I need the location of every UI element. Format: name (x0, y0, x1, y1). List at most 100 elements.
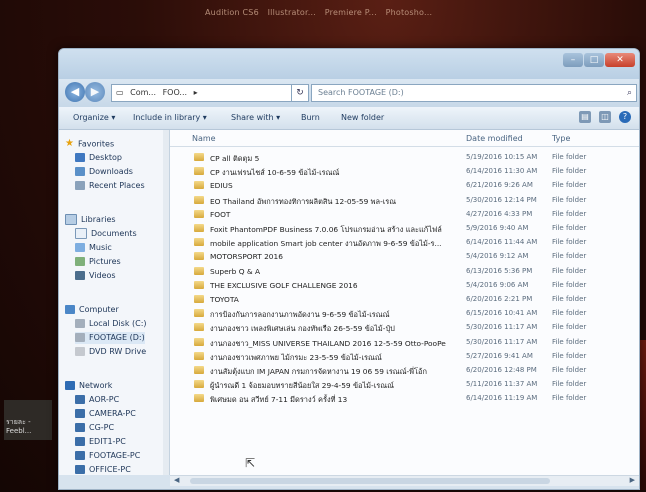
videos-icon (75, 271, 85, 280)
nav-libraries[interactable]: Libraries (65, 214, 116, 226)
file-row[interactable]: MOTORSPORT 2016 5/4/2016 9:12 AM File fold… (170, 251, 639, 264)
scroll-right-icon[interactable]: ▶ (630, 476, 635, 484)
search-icon[interactable]: ⌕ (627, 85, 632, 101)
nav-recent-places[interactable]: Recent Places (75, 180, 145, 192)
file-date: 4/27/2016 4:33 PM (466, 209, 533, 218)
file-row[interactable]: งานกองชาวเพศภาพย ไม้กรมะ 23-5-59 ข้อไม้-… (170, 351, 639, 364)
nav-network-pc[interactable]: OFFICE-PC (75, 464, 131, 475)
desktop-shortcut[interactable]: รายละ - Feebl... (4, 400, 52, 440)
file-row[interactable]: CP all ติดตุม 5 5/19/2016 10:15 AM File fo… (170, 152, 639, 165)
breadcrumb-item[interactable]: Com... (130, 88, 156, 97)
file-row[interactable]: THE EXCLUSIVE GOLF CHALLENGE 2016 5/4/201… (170, 280, 639, 293)
file-name: CP งานเฟรนไชส์ 10-6-59 ข้อไม้-เรณณ์ (210, 168, 340, 178)
file-name: งานกองชาวเพศภาพย ไม้กรมะ 23-5-59 ข้อไม้-… (210, 352, 382, 362)
computer-icon (75, 395, 85, 404)
nav-music[interactable]: Music (75, 242, 112, 254)
nav-label: FOOTAGE-PC (89, 451, 141, 460)
file-row[interactable]: EDIUS 6/21/2016 9:26 AM File folder (170, 180, 639, 193)
file-row[interactable]: ผู้นำรณดี 1 จ้อยมอบทรายสีน้อยใส 29-4-59 … (170, 379, 639, 392)
nav-label: Documents (91, 229, 137, 238)
file-row[interactable]: Foxit PhantomPDF Business 7.0.06 โปรแกรม… (170, 223, 639, 236)
share-with-button[interactable]: Share with ▾ (231, 113, 280, 122)
file-date: 5/4/2016 9:12 AM (466, 252, 529, 261)
horizontal-scrollbar[interactable]: ◀ ▶ (170, 475, 639, 486)
file-row[interactable]: CP งานเฟรนไชส์ 10-6-59 ข้อไม้-เรณณ์ 6/14/… (170, 166, 639, 179)
nav-label: CG-PC (89, 423, 115, 432)
minimize-button[interactable]: – (563, 53, 583, 67)
file-type: File folder (552, 295, 587, 303)
column-header-type[interactable]: Type (552, 134, 570, 143)
nav-favorites[interactable]: ★ Favorites (65, 138, 114, 150)
file-row[interactable]: งานสัมตุ้งแบก IM JAPAN กรมการจัดหางาน 19… (170, 365, 639, 378)
file-name: งานสัมตุ้งแบก IM JAPAN กรมการจัดหางาน 19… (210, 367, 427, 376)
file-type: File folder (552, 280, 587, 289)
nav-network-pc[interactable]: FOOTAGE-PC (75, 450, 140, 462)
nav-label: Libraries (81, 215, 116, 224)
file-type: File folder (552, 394, 587, 403)
file-row[interactable]: TOYOTA 6/20/2016 2:21 PM File folder (170, 294, 639, 307)
nav-scrollbar[interactable] (163, 130, 169, 475)
nav-network[interactable]: Network (65, 380, 112, 392)
folder-icon (194, 252, 204, 261)
breadcrumb-item[interactable]: ▸ (194, 88, 198, 97)
nav-computer[interactable]: Computer (65, 304, 119, 316)
file-name: mobile application Smart job center งานอ… (210, 239, 442, 249)
search-input[interactable]: Search FOOTAGE (D:) ⌕ (311, 84, 637, 102)
refresh-button[interactable]: ↻ (291, 84, 309, 102)
computer-icon (75, 423, 85, 432)
file-row[interactable]: EO Thailand อัพการทองทิการผลิตสิน 12-05-… (170, 195, 639, 208)
file-row[interactable]: การป้องกันการลอกงานภาพอัดงาน 9-6-59 ข้อไ… (170, 308, 639, 321)
title-bar[interactable]: – □ ✕ (59, 49, 639, 79)
file-date: 5/30/2016 11:17 AM (466, 323, 538, 332)
column-header-date[interactable]: Date modified (466, 134, 523, 143)
nav-label: Favorites (77, 139, 115, 149)
music-icon (75, 243, 85, 252)
nav-dvd-drive[interactable]: DVD RW Drive (75, 346, 146, 358)
documents-icon (75, 228, 87, 239)
nav-network-pc[interactable]: EDIT1-PC (75, 436, 126, 448)
taskbar-app[interactable]: Audition CS6 (205, 8, 259, 17)
nav-network-pc[interactable]: CG-PC (75, 422, 114, 434)
new-folder-button[interactable]: New folder (341, 113, 384, 122)
nav-desktop[interactable]: Desktop (75, 152, 122, 164)
column-header-name[interactable]: Name (192, 134, 216, 143)
file-row[interactable]: งานกองชาว เพลงพิเศษเล่น กองทัพเรือ 26-5-… (170, 322, 639, 335)
scroll-left-icon[interactable]: ◀ (174, 476, 179, 484)
include-in-library-button[interactable]: Include in library ▾ (133, 113, 207, 122)
nav-local-disk[interactable]: Local Disk (C:) (75, 318, 147, 330)
view-options-icon[interactable]: ▤ (579, 111, 591, 123)
scrollbar-thumb[interactable] (190, 478, 550, 484)
taskbar-app[interactable]: Premiere P... (325, 8, 377, 17)
nav-documents[interactable]: Documents (75, 228, 137, 240)
taskbar-app[interactable]: Photosho... (386, 8, 433, 17)
address-bar[interactable]: ▭ Com... FOO... ▸ (111, 84, 293, 102)
nav-pictures[interactable]: Pictures (75, 256, 121, 268)
file-type: File folder (552, 323, 587, 332)
help-icon[interactable]: ? (619, 111, 631, 123)
folder-icon (194, 266, 204, 275)
file-row[interactable]: mobile application Smart job center งานอ… (170, 237, 639, 250)
file-row[interactable]: FOOT 4/27/2016 4:33 PM File folder (170, 209, 639, 222)
nav-footage-drive[interactable]: FOOTAGE (D:) (75, 332, 145, 344)
computer-icon (75, 437, 85, 446)
maximize-button[interactable]: □ (584, 53, 604, 67)
nav-label: Pictures (89, 257, 121, 266)
forward-button[interactable]: ▶ (85, 82, 105, 102)
back-button[interactable]: ◀ (65, 82, 85, 102)
breadcrumb-item[interactable]: FOO... (163, 88, 188, 97)
organize-button[interactable]: Organize ▾ (73, 113, 115, 122)
file-type: File folder (552, 366, 587, 374)
file-row[interactable]: Superb Q & A 6/13/2016 5:36 PM File folder (170, 266, 639, 279)
burn-button[interactable]: Burn (301, 113, 320, 122)
file-row[interactable]: งานกองชาว_MISS UNIVERSE THAILAND 2016 12… (170, 337, 639, 350)
folder-icon (194, 224, 204, 232)
close-button[interactable]: ✕ (605, 53, 635, 67)
nav-videos[interactable]: Videos (75, 270, 116, 282)
file-name: THE EXCLUSIVE GOLF CHALLENGE 2016 (210, 280, 358, 290)
nav-network-pc[interactable]: CAMERA-PC (75, 408, 136, 420)
preview-pane-icon[interactable]: ◫ (599, 111, 611, 123)
nav-network-pc[interactable]: AOR-PC (75, 394, 119, 406)
nav-downloads[interactable]: Downloads (75, 166, 133, 178)
taskbar-app[interactable]: Illustrator... (268, 8, 316, 17)
file-row[interactable]: พิเศษมด อน สวีทย์ 7-11 มีดรางว์ ครั้งที่… (170, 393, 639, 406)
